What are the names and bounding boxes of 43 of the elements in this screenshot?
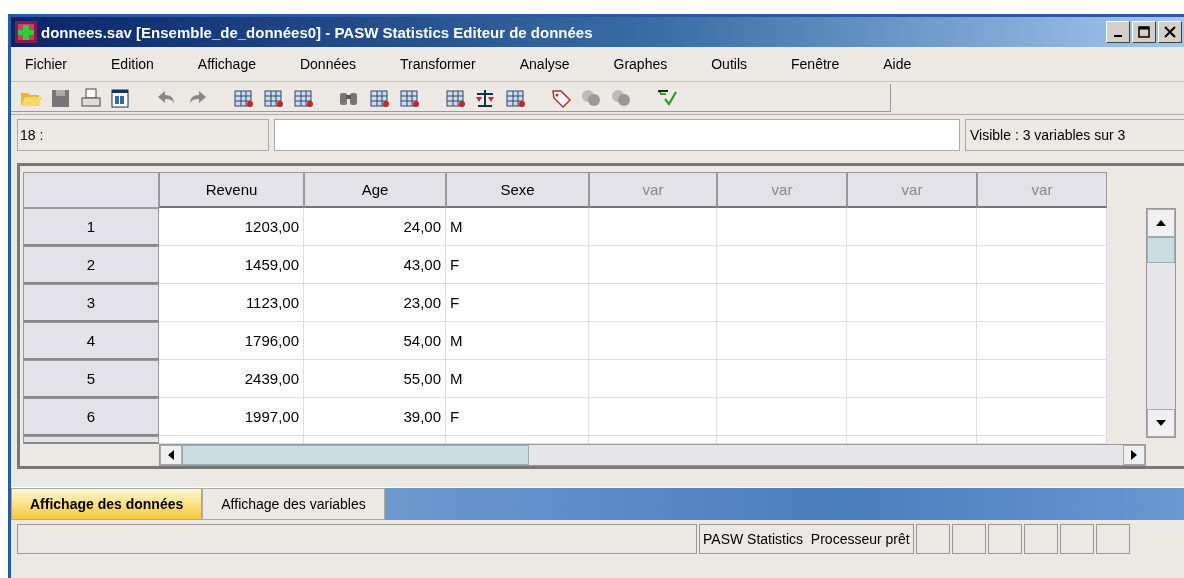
menu-item[interactable]: Graphes [607, 56, 706, 72]
table-cell: F [446, 398, 589, 436]
row-number[interactable]: 1 [23, 208, 159, 246]
menu-item[interactable]: Transformer [394, 56, 514, 72]
status-text: PASW Statistics Processeur prêt [699, 524, 914, 554]
menu-item[interactable]: Fenêtre [785, 56, 878, 72]
menu-item[interactable]: Affichage [191, 56, 294, 72]
table-cell: M [446, 322, 589, 360]
table-cell: 1203,00 [159, 208, 304, 246]
table-cell: 54,00 [304, 322, 446, 360]
table-cell: 24,00 [304, 208, 446, 246]
row-number[interactable]: 2 [23, 246, 159, 284]
table-cell: 39,00 [304, 398, 446, 436]
menu-item[interactable]: Fichier [19, 56, 105, 72]
table-cell: 55,00 [304, 360, 446, 398]
table-cell: 1459,00 [159, 246, 304, 284]
table-cell: 23,00 [304, 284, 446, 322]
table-cell: 1123,00 [159, 284, 304, 322]
menu-item[interactable]: Données [293, 56, 394, 72]
table-cell: F [446, 246, 589, 284]
row-number[interactable]: 4 [23, 322, 159, 360]
column-header[interactable]: Age [304, 172, 446, 208]
table-cell: 1796,00 [159, 322, 304, 360]
column-header[interactable]: Revenu [159, 172, 304, 208]
table-cell: M [446, 208, 589, 246]
table-cell: M [446, 360, 589, 398]
row-number[interactable]: 6 [23, 398, 159, 436]
table-cell: F [446, 284, 589, 322]
menu-item[interactable]: Edition [105, 56, 192, 72]
menu-item[interactable]: Aide [877, 56, 950, 72]
table-cell: 1997,00 [159, 398, 304, 436]
row-number[interactable]: 5 [23, 360, 159, 398]
cell-reference: 18 : [17, 119, 269, 151]
window-title: donnees.sav [Ensemble_de_données0] - PASW Statistics Editeur de données [41, 23, 594, 41]
view-tab[interactable]: Affichage des variables [202, 488, 385, 520]
table-cell: 43,00 [304, 246, 446, 284]
row-number[interactable]: 3 [23, 284, 159, 322]
view-tab[interactable]: Affichage des données [11, 488, 203, 520]
table-cell: 2439,00 [159, 360, 304, 398]
column-header[interactable]: Sexe [446, 172, 589, 208]
menu-item[interactable]: Analyse [513, 56, 608, 72]
visible-count: Visible : 3 variables sur 3 [965, 119, 1184, 151]
menu-item[interactable]: Outils [705, 56, 786, 72]
